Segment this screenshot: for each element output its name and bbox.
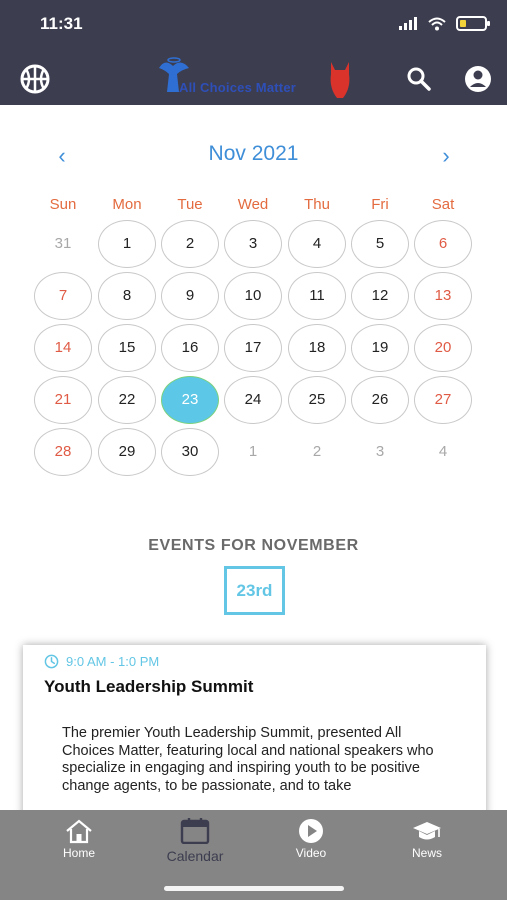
day-cell[interactable]: 17 xyxy=(224,324,282,372)
wifi-icon xyxy=(428,17,446,30)
day-cell-selected[interactable]: 23 xyxy=(161,376,219,424)
play-icon xyxy=(299,819,323,843)
day-cell[interactable]: 25 xyxy=(288,376,346,424)
event-description: The premier Youth Leadership Summit, pre… xyxy=(62,725,434,794)
day-cell[interactable]: 26 xyxy=(351,376,409,424)
app-header: 11:31 All Choices Matter xyxy=(0,0,507,105)
event-title: Youth Leadership Summit xyxy=(44,677,254,696)
day-cell-weekend[interactable]: 6 xyxy=(414,220,472,268)
weekday-wed: Wed xyxy=(237,196,269,213)
day-cell-other-month[interactable]: 3 xyxy=(351,428,409,476)
day-cell[interactable]: 18 xyxy=(288,324,346,372)
selected-date-badge: 23rd xyxy=(224,566,285,615)
status-time: 11:31 xyxy=(40,14,83,33)
day-cell[interactable]: 9 xyxy=(161,272,219,320)
status-icons xyxy=(398,16,490,31)
clock-icon xyxy=(44,654,59,669)
search-icon[interactable] xyxy=(405,65,433,93)
day-cell[interactable]: 16 xyxy=(161,324,219,372)
day-cell[interactable]: 12 xyxy=(351,272,409,320)
tab-news[interactable]: News xyxy=(382,818,472,860)
day-cell[interactable]: 8 xyxy=(98,272,156,320)
day-cell-weekend[interactable]: 13 xyxy=(414,272,472,320)
battery-icon xyxy=(456,16,490,31)
tab-video[interactable]: Video xyxy=(266,818,356,860)
day-cell[interactable]: 24 xyxy=(224,376,282,424)
tab-news-label: News xyxy=(411,846,442,860)
calendar-icon xyxy=(180,818,210,844)
day-cell-other-month[interactable]: 1 xyxy=(224,428,282,476)
day-cell-weekend[interactable]: 27 xyxy=(414,376,472,424)
basketball-icon[interactable] xyxy=(19,63,51,95)
logo-text: All Choices Matter xyxy=(179,80,297,95)
day-cell[interactable]: 4 xyxy=(288,220,346,268)
day-cell[interactable]: 11 xyxy=(288,272,346,320)
weekday-sat: Sat xyxy=(431,196,455,213)
day-cell[interactable]: 30 xyxy=(161,428,219,476)
day-cell[interactable]: 10 xyxy=(224,272,282,320)
weekday-tue: Tue xyxy=(177,196,203,213)
day-cell[interactable]: 29 xyxy=(98,428,156,476)
calendar-day-grid: 31 1 2 3 4 5 6 7 8 9 10 11 12 13 14 15 1… xyxy=(32,218,476,478)
calendar-screen: 11:31 All Choices Matter ‹ Nov 2021 › Su… xyxy=(0,0,507,900)
previous-month-button[interactable]: ‹ xyxy=(50,143,74,169)
day-cell-other-month[interactable]: 31 xyxy=(34,220,92,268)
day-cell-weekend[interactable]: 28 xyxy=(34,428,92,476)
day-cell[interactable]: 15 xyxy=(98,324,156,372)
tab-calendar-label: Calendar xyxy=(166,848,224,864)
day-cell[interactable]: 2 xyxy=(161,220,219,268)
tab-calendar[interactable]: Calendar xyxy=(150,818,240,864)
weekday-header-row: Sun Mon Tue Wed Thu Fri Sat xyxy=(32,196,476,216)
app-logo: All Choices Matter xyxy=(155,56,355,100)
tab-home[interactable]: Home xyxy=(34,818,124,860)
account-icon[interactable] xyxy=(463,64,493,94)
day-cell[interactable]: 19 xyxy=(351,324,409,372)
weekday-mon: Mon xyxy=(112,196,142,213)
tab-video-label: Video xyxy=(295,846,327,860)
day-cell[interactable]: 1 xyxy=(98,220,156,268)
day-cell-weekend[interactable]: 14 xyxy=(34,324,92,372)
devil-logo-icon xyxy=(330,62,350,98)
weekday-thu: Thu xyxy=(304,196,330,213)
cellular-signal-icon xyxy=(399,16,417,30)
event-time-row: 9:0 AM - 1:0 PM xyxy=(44,654,159,669)
weekday-fri: Fri xyxy=(371,196,389,213)
day-cell-weekend[interactable]: 20 xyxy=(414,324,472,372)
next-month-button[interactable]: › xyxy=(434,143,458,169)
day-cell-weekend[interactable]: 7 xyxy=(34,272,92,320)
event-time: 9:0 AM - 1:0 PM xyxy=(66,654,160,669)
day-cell[interactable]: 22 xyxy=(98,376,156,424)
events-heading: EVENTS FOR NOVEMBER xyxy=(148,537,359,554)
day-cell[interactable]: 3 xyxy=(224,220,282,268)
home-icon xyxy=(66,819,92,844)
day-cell-weekend[interactable]: 21 xyxy=(34,376,92,424)
home-indicator xyxy=(164,886,344,891)
day-cell-other-month[interactable]: 2 xyxy=(288,428,346,476)
weekday-sun: Sun xyxy=(49,196,77,213)
day-cell[interactable]: 5 xyxy=(351,220,409,268)
graduation-cap-icon xyxy=(413,822,441,840)
tab-home-label: Home xyxy=(62,846,95,860)
day-cell-other-month[interactable]: 4 xyxy=(414,428,472,476)
month-title: Nov 2021 xyxy=(208,142,299,165)
